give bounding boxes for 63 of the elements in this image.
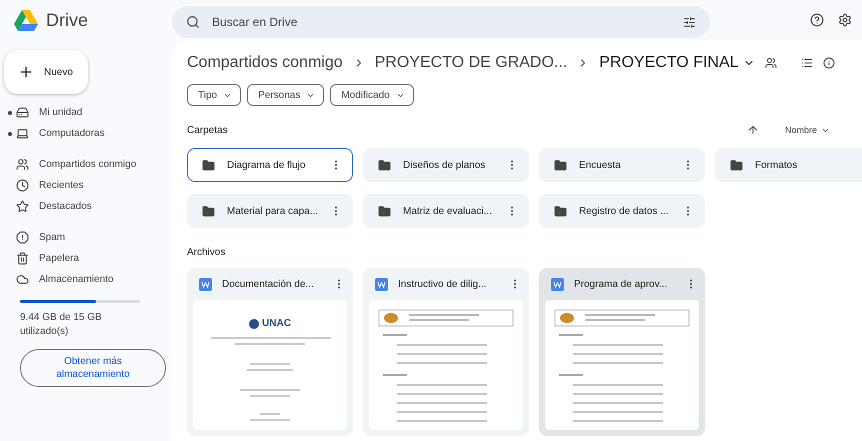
- folder-card[interactable]: Diagrama de flujo: [187, 148, 353, 182]
- section-title: Carpetas: [187, 124, 228, 136]
- storage-button[interactable]: Obtener más almacenamiento: [20, 349, 166, 387]
- search-field[interactable]: Buscar en Drive: [172, 6, 710, 38]
- folder-icon: [202, 158, 215, 172]
- app-name: Drive: [46, 10, 88, 30]
- folder-icon: [202, 204, 215, 218]
- nav-item[interactable]: Spam: [0, 227, 172, 248]
- search-icon: [186, 15, 200, 29]
- document-icon: [199, 278, 212, 290]
- nav-item[interactable]: Recientes: [0, 175, 172, 196]
- filter-chip[interactable]: Personas: [247, 84, 324, 106]
- breadcrumb-item[interactable]: PROYECTO DE GRADO...: [374, 54, 568, 72]
- folder-card[interactable]: Encuesta: [539, 148, 705, 182]
- logo-icon: [14, 10, 38, 30]
- document-icon: [375, 278, 388, 290]
- filter-icon[interactable]: [683, 16, 696, 28]
- star-icon: [16, 200, 29, 213]
- help-icon[interactable]: [810, 13, 824, 27]
- folder-card[interactable]: Matriz de evaluaci...: [363, 194, 529, 228]
- section-title: Archivos: [187, 246, 226, 258]
- info-icon[interactable]: [822, 57, 835, 69]
- nav-item[interactable]: Almacenamiento: [0, 269, 172, 290]
- folder-icon: [378, 204, 391, 218]
- people-icon[interactable]: [764, 57, 777, 69]
- expand-dot-icon[interactable]: [8, 132, 12, 136]
- expand-dot-icon[interactable]: [8, 110, 12, 114]
- folder-card[interactable]: Registro de datos ...: [539, 194, 705, 228]
- filter-chip[interactable]: Modificado: [330, 84, 414, 106]
- sort-button[interactable]: Nombre: [778, 124, 836, 136]
- nav-item[interactable]: Papelera: [0, 248, 172, 269]
- file-card[interactable]: Documentación de... UNAC: [187, 268, 353, 436]
- plus-icon: [18, 64, 34, 80]
- trash-icon: [16, 252, 29, 265]
- file-card[interactable]: Instructivo de dilig...: [363, 268, 529, 436]
- cloud-icon: [16, 273, 29, 286]
- nav-item[interactable]: Mi unidad: [0, 102, 172, 123]
- folder-card[interactable]: Material para capa...: [187, 194, 353, 228]
- file-card[interactable]: Programa de aprov...: [539, 268, 705, 436]
- alert-icon: [16, 231, 29, 244]
- storage-text: 9.44 GB de 15 GB utilizado(s): [20, 311, 103, 339]
- new-button[interactable]: Nuevo: [4, 50, 88, 94]
- sort-direction-icon[interactable]: [746, 124, 759, 136]
- breadcrumb-item[interactable]: PROYECTO FINAL: [599, 54, 739, 72]
- folder-icon: [378, 158, 391, 172]
- nav-item[interactable]: Computadoras: [0, 123, 172, 144]
- folder-card[interactable]: Formatos: [715, 148, 862, 182]
- document-logo: UNAC: [249, 318, 291, 329]
- nav-item[interactable]: Destacados: [0, 196, 172, 217]
- clock-icon: [16, 179, 29, 192]
- folder-icon: [730, 158, 743, 172]
- document-icon: [551, 278, 564, 290]
- laptop-icon: [16, 127, 29, 140]
- folder-icon: [554, 158, 567, 172]
- nav-item[interactable]: Compartidos conmigo: [0, 154, 172, 175]
- folder-icon: [554, 204, 567, 218]
- search-input[interactable]: Buscar en Drive: [210, 14, 673, 30]
- people-icon: [16, 158, 29, 171]
- filter-chip[interactable]: Tipo: [187, 84, 242, 106]
- drive-icon: [16, 106, 29, 119]
- folder-card[interactable]: Diseños de planos: [363, 148, 529, 182]
- breadcrumb-item[interactable]: Compartidos conmigo: [187, 54, 343, 72]
- settings-icon[interactable]: [838, 13, 852, 27]
